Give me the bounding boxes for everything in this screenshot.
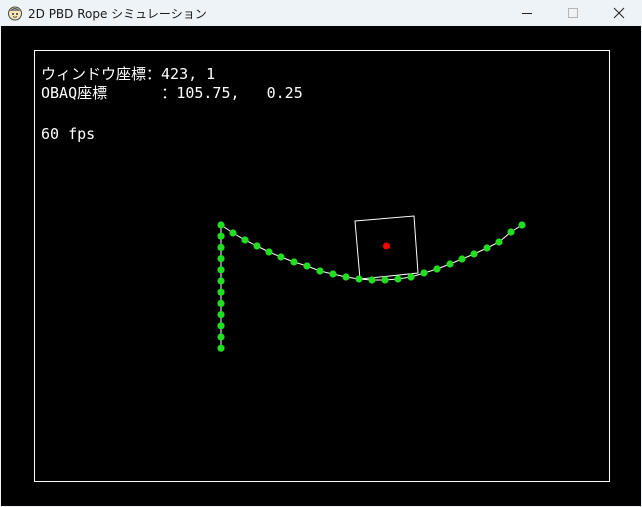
rope-particle — [420, 269, 428, 277]
maximize-icon — [568, 8, 578, 18]
rope-particle — [217, 221, 225, 229]
rope-particle — [217, 266, 225, 274]
rope-particle — [217, 255, 225, 263]
window-coord-readout: ウィンドウ座標：423, 1 — [41, 66, 215, 82]
rope-particle — [458, 255, 466, 263]
rope-particle — [316, 267, 324, 275]
simulation-canvas[interactable]: ウィンドウ座標：423, 1 OBAQ座標 ：105.75, 0.25 60 f… — [1, 26, 641, 506]
minimize-icon — [522, 13, 532, 14]
fps-readout: 60 fps — [41, 125, 96, 143]
rope-particle — [229, 229, 237, 237]
rope-particle — [265, 248, 273, 256]
rope-particle — [507, 228, 515, 236]
rope-particle — [277, 253, 285, 261]
rope-particle — [518, 221, 526, 229]
rope-particle — [303, 262, 311, 270]
rope-particle — [217, 333, 225, 341]
rope-particle — [217, 299, 225, 307]
app-window: 2D PBD Rope シミュレーション ウィンドウ座標：423, 1 OBAQ… — [0, 0, 642, 507]
rope-particle — [217, 344, 225, 352]
rope-particle — [446, 260, 454, 268]
rope-particle — [394, 275, 402, 283]
rope-particle — [241, 236, 249, 244]
rope-particle — [290, 258, 298, 266]
rope-particle — [217, 322, 225, 330]
rope-particle — [342, 273, 350, 281]
rope-particle — [217, 311, 225, 319]
rope-particle — [495, 238, 503, 246]
rope-particle — [217, 288, 225, 296]
rope-particle — [470, 250, 478, 258]
close-icon — [613, 7, 625, 19]
world-boundary — [34, 50, 610, 482]
window-title: 2D PBD Rope シミュレーション — [28, 7, 207, 21]
window-coord-label: ウィンドウ座標： — [41, 65, 162, 83]
box-center-point — [383, 242, 390, 250]
title-bar[interactable]: 2D PBD Rope シミュレーション — [0, 0, 642, 26]
rope-particle — [217, 277, 225, 285]
maximize-button[interactable] — [550, 0, 596, 26]
app-icon — [7, 5, 23, 21]
rope-particle — [368, 276, 376, 284]
obaq-coord-readout: OBAQ座標 ：105.75, 0.25 — [41, 85, 303, 101]
rope-particle — [433, 265, 441, 273]
minimize-button[interactable] — [504, 0, 550, 26]
close-button[interactable] — [596, 0, 642, 26]
rope-particle — [381, 276, 389, 284]
window-coord-value: 423, 1 — [161, 65, 216, 83]
rope-particle — [355, 275, 363, 283]
rope-particle — [483, 244, 491, 252]
rope-particle — [407, 273, 415, 281]
obaq-coord-label: OBAQ座標 ： — [41, 84, 177, 102]
rope-particle — [253, 242, 261, 250]
rope-particles — [217, 221, 526, 352]
rope-particle — [217, 243, 225, 251]
rope-particle — [329, 270, 337, 278]
obaq-coord-value: 105.75, 0.25 — [176, 84, 303, 102]
rope-particle — [217, 232, 225, 240]
